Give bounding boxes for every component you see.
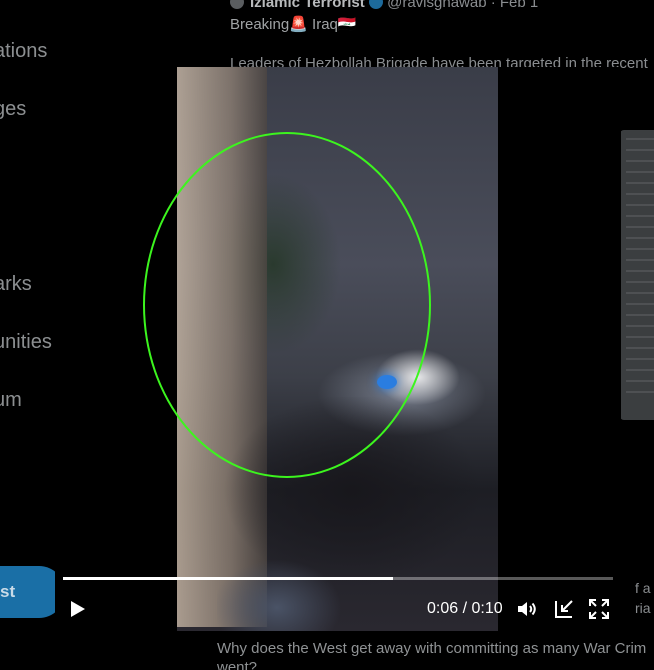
fullscreen-icon [589, 599, 609, 619]
tweet-bottom-text: Why does the West get away with committi… [217, 640, 647, 657]
sidebar-item-communities[interactable]: unities [0, 331, 52, 354]
tweet-snippet-a: f a c [635, 580, 654, 596]
tweet-header: Izlamic Terrorist @ravisghawab · Feb 1 [230, 0, 538, 11]
verified-icon [368, 0, 383, 9]
minimize-icon [555, 600, 573, 618]
tweet-author[interactable]: Izlamic Terrorist [250, 0, 365, 11]
sidebar-item-messages[interactable]: ges [0, 98, 26, 121]
volume-button[interactable] [515, 597, 539, 621]
sidebar-item-bookmarks[interactable]: arks [0, 273, 32, 296]
minimize-button[interactable] [552, 597, 576, 621]
sidebar-item-notifications[interactable]: ations [0, 40, 47, 63]
tweet-media-thumbnail[interactable] [620, 130, 654, 420]
tweet-snippet-b: ria a [635, 600, 654, 616]
avatar[interactable] [230, 0, 244, 9]
play-button[interactable] [65, 597, 89, 621]
progress-bar[interactable] [63, 577, 613, 580]
video-player[interactable]: 0:06 / 0:10 [55, 67, 621, 631]
progress-fill [63, 577, 393, 580]
fullscreen-button[interactable] [587, 597, 611, 621]
play-icon [71, 601, 85, 617]
tweet-handle-date: @ravisghawab · Feb 1 [387, 0, 539, 11]
time-display: 0:06 / 0:10 [427, 600, 503, 617]
tweet-bottom-text-2: went? [217, 659, 258, 670]
sidebar-item-premium[interactable]: um [0, 389, 22, 412]
tweet-line1: Breaking🚨 Iraq🇮🇶 [230, 16, 357, 33]
annotation-ellipse [143, 132, 431, 478]
volume-icon [518, 602, 536, 616]
